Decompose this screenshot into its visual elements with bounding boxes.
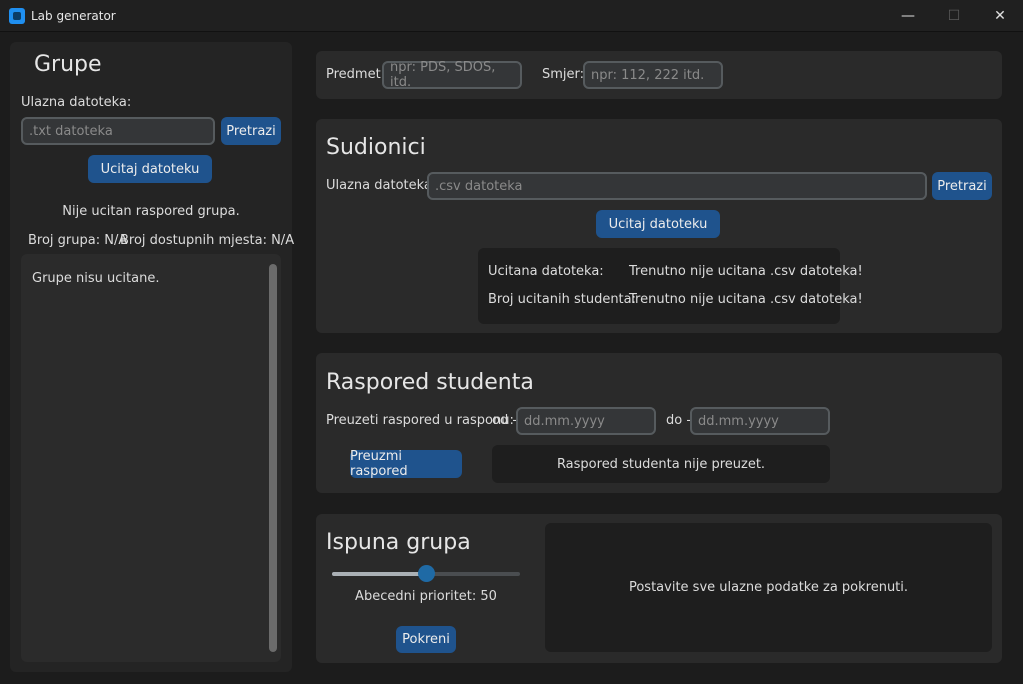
run-button[interactable]: Pokreni [396,626,456,653]
close-button[interactable]: ✕ [977,0,1023,31]
groups-status-text: Nije ucitan raspored grupa. [62,204,240,219]
groups-scrollbar-thumb[interactable] [269,264,277,652]
schedule-to-input[interactable]: dd.mm.yyyy [690,407,830,435]
major-label: Smjer: [542,67,585,82]
schedule-from-input[interactable]: dd.mm.yyyy [516,407,656,435]
participants-info-box [478,248,840,324]
loaded-file-label: Ucitana datoteka: [488,264,604,279]
minimize-button[interactable]: — [885,0,931,31]
window-controls: — ☐ ✕ [885,0,1023,31]
schedule-status-box: Raspored studenta nije preuzet. [492,445,830,483]
groups-file-input[interactable]: .txt datoteka [21,117,215,145]
participants-title: Sudionici [326,135,426,160]
groups-list [21,254,281,662]
schedule-range-label: Preuzeti raspored u rasponu: [326,413,514,428]
groups-count-text: Broj grupa: N/A [28,233,128,248]
fill-output-text: Postavite sve ulazne podatke za pokrenut… [628,580,909,595]
participants-browse-button[interactable]: Pretrazi [932,172,992,200]
download-schedule-button[interactable]: Preuzmi raspored [350,449,462,479]
schedule-title: Raspored studenta [326,370,534,395]
maximize-button[interactable]: ☐ [931,0,977,31]
title-bar: Lab generator — ☐ ✕ [0,0,1023,32]
schedule-status-text: Raspored studenta nije preuzet. [556,456,766,472]
groups-load-button[interactable]: Ucitaj datoteku [88,155,212,183]
participants-file-input[interactable]: .csv datoteka [427,172,927,200]
priority-value-text: Abecedni prioritet: 50 [355,589,497,604]
priority-slider-handle[interactable] [418,565,435,582]
groups-input-label: Ulazna datoteka: [21,95,132,110]
participants-load-button[interactable]: Ucitaj datoteku [596,210,720,238]
priority-slider-fill [332,572,426,576]
groups-slots-text: Broj dostupnih mjesta: N/A [120,233,295,248]
major-input[interactable]: npr: 112, 222 itd. [583,61,723,89]
schedule-from-label: od - [492,413,518,428]
loaded-file-value: Trenutno nije ucitana .csv datoteka! [629,264,863,279]
groups-list-text: Grupe nisu ucitane. [32,271,160,286]
groups-title: Grupe [34,52,102,77]
student-count-value: Trenutno nije ucitana .csv datoteka! [629,292,863,307]
course-label: Predmet: [326,67,386,82]
fill-output-box: Postavite sve ulazne podatke za pokrenut… [545,523,992,652]
participants-input-label: Ulazna datoteka: [326,178,437,193]
schedule-to-label: do - [666,413,692,428]
student-count-label: Broj ucitanih studenta: [488,292,637,307]
window-title: Lab generator [31,8,116,23]
app-icon [9,7,25,24]
course-input[interactable]: npr: PDS, SDOS, itd. [382,60,522,90]
fill-groups-title: Ispuna grupa [326,530,471,555]
groups-browse-button[interactable]: Pretrazi [221,117,281,145]
